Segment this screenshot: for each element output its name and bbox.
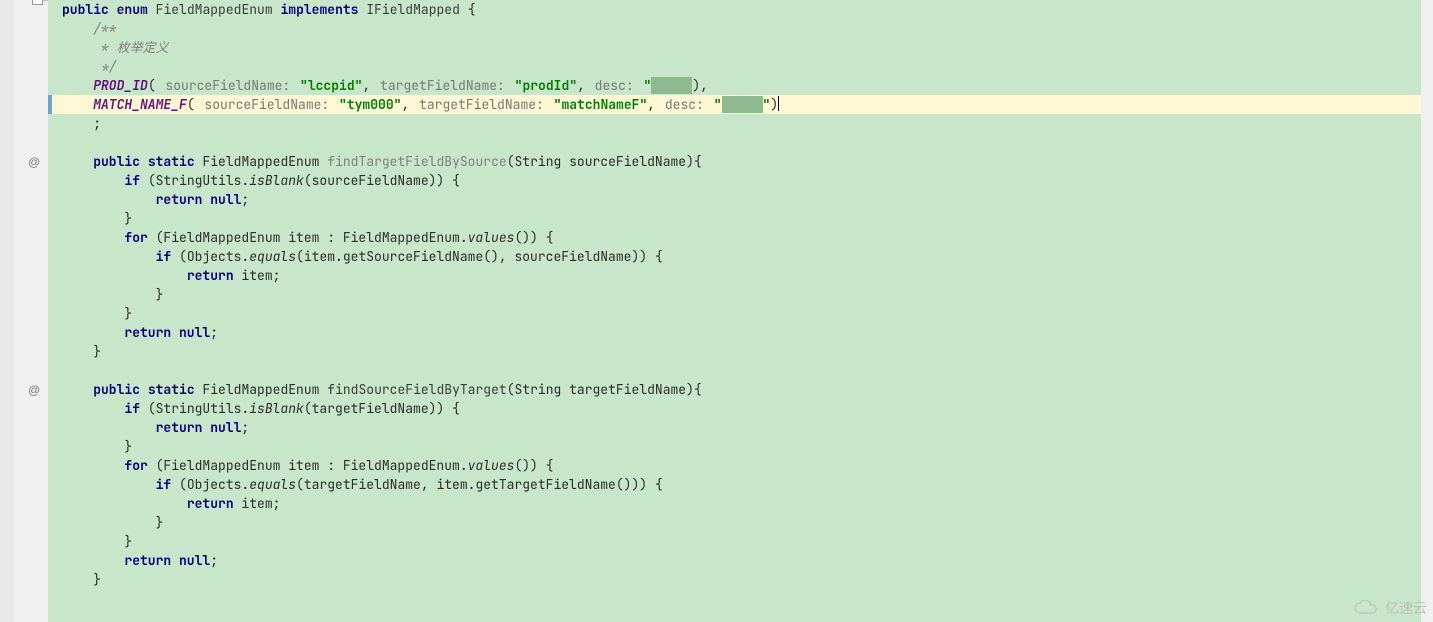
- error-stripe[interactable]: [1421, 0, 1433, 622]
- code-line[interactable]: }: [48, 342, 1433, 361]
- code-line[interactable]: }: [48, 513, 1433, 532]
- code-line-blank[interactable]: [48, 133, 1433, 152]
- watermark-text: 亿速云: [1385, 598, 1427, 618]
- redacted-text: [651, 77, 692, 94]
- code-line[interactable]: return null;: [48, 551, 1433, 570]
- code-line[interactable]: for (FieldMappedEnum item : FieldMappedE…: [48, 456, 1433, 475]
- code-line[interactable]: return item;: [48, 494, 1433, 513]
- code-line[interactable]: }: [48, 437, 1433, 456]
- gutter-override-icon[interactable]: @: [28, 383, 40, 397]
- code-line[interactable]: for (FieldMappedEnum item : FieldMappedE…: [48, 228, 1433, 247]
- code-line[interactable]: public enum FieldMappedEnum implements I…: [48, 0, 1433, 19]
- code-line[interactable]: /**: [48, 19, 1433, 38]
- code-line[interactable]: return null;: [48, 323, 1433, 342]
- code-line-blank[interactable]: [48, 361, 1433, 380]
- code-line[interactable]: */: [48, 57, 1433, 76]
- code-line[interactable]: }: [48, 209, 1433, 228]
- gutter-icon-column: − @ @: [0, 0, 48, 622]
- redacted-text: [722, 96, 763, 113]
- text-caret: [778, 96, 779, 111]
- code-line[interactable]: if (StringUtils.isBlank(sourceFieldName)…: [48, 171, 1433, 190]
- watermark: 亿速云: [1353, 598, 1427, 618]
- code-line[interactable]: if (Objects.equals(item.getSourceFieldNa…: [48, 247, 1433, 266]
- code-line[interactable]: return item;: [48, 266, 1433, 285]
- code-line[interactable]: ;: [48, 114, 1433, 133]
- editor-viewport: − @ @ public enum FieldMappedE: [0, 0, 1433, 622]
- code-line[interactable]: * 枚举定义: [48, 38, 1433, 57]
- cloud-icon: [1353, 600, 1381, 616]
- code-line[interactable]: public static FieldMappedEnum findTarget…: [48, 152, 1433, 171]
- gutter: − @ @: [0, 0, 48, 622]
- gutter-override-icon[interactable]: @: [28, 155, 40, 169]
- fold-toggle-icon[interactable]: −: [32, 0, 43, 5]
- code-line[interactable]: if (Objects.equals(targetFieldName, item…: [48, 475, 1433, 494]
- code-line[interactable]: return null;: [48, 418, 1433, 437]
- code-line[interactable]: PROD_ID( sourceFieldName: "lccpid", targ…: [48, 76, 1433, 95]
- code-line[interactable]: }: [48, 532, 1433, 551]
- code-line-current[interactable]: MATCH_NAME_F( sourceFieldName: "tym000",…: [48, 95, 1433, 114]
- code-line[interactable]: public static FieldMappedEnum findSource…: [48, 380, 1433, 399]
- code-line[interactable]: if (StringUtils.isBlank(targetFieldName)…: [48, 399, 1433, 418]
- code-line[interactable]: }: [48, 570, 1433, 589]
- code-lines: public enum FieldMappedEnum implements I…: [48, 0, 1433, 589]
- code-line[interactable]: }: [48, 304, 1433, 323]
- code-editor[interactable]: public enum FieldMappedEnum implements I…: [48, 0, 1433, 622]
- code-line[interactable]: }: [48, 285, 1433, 304]
- code-line[interactable]: return null;: [48, 190, 1433, 209]
